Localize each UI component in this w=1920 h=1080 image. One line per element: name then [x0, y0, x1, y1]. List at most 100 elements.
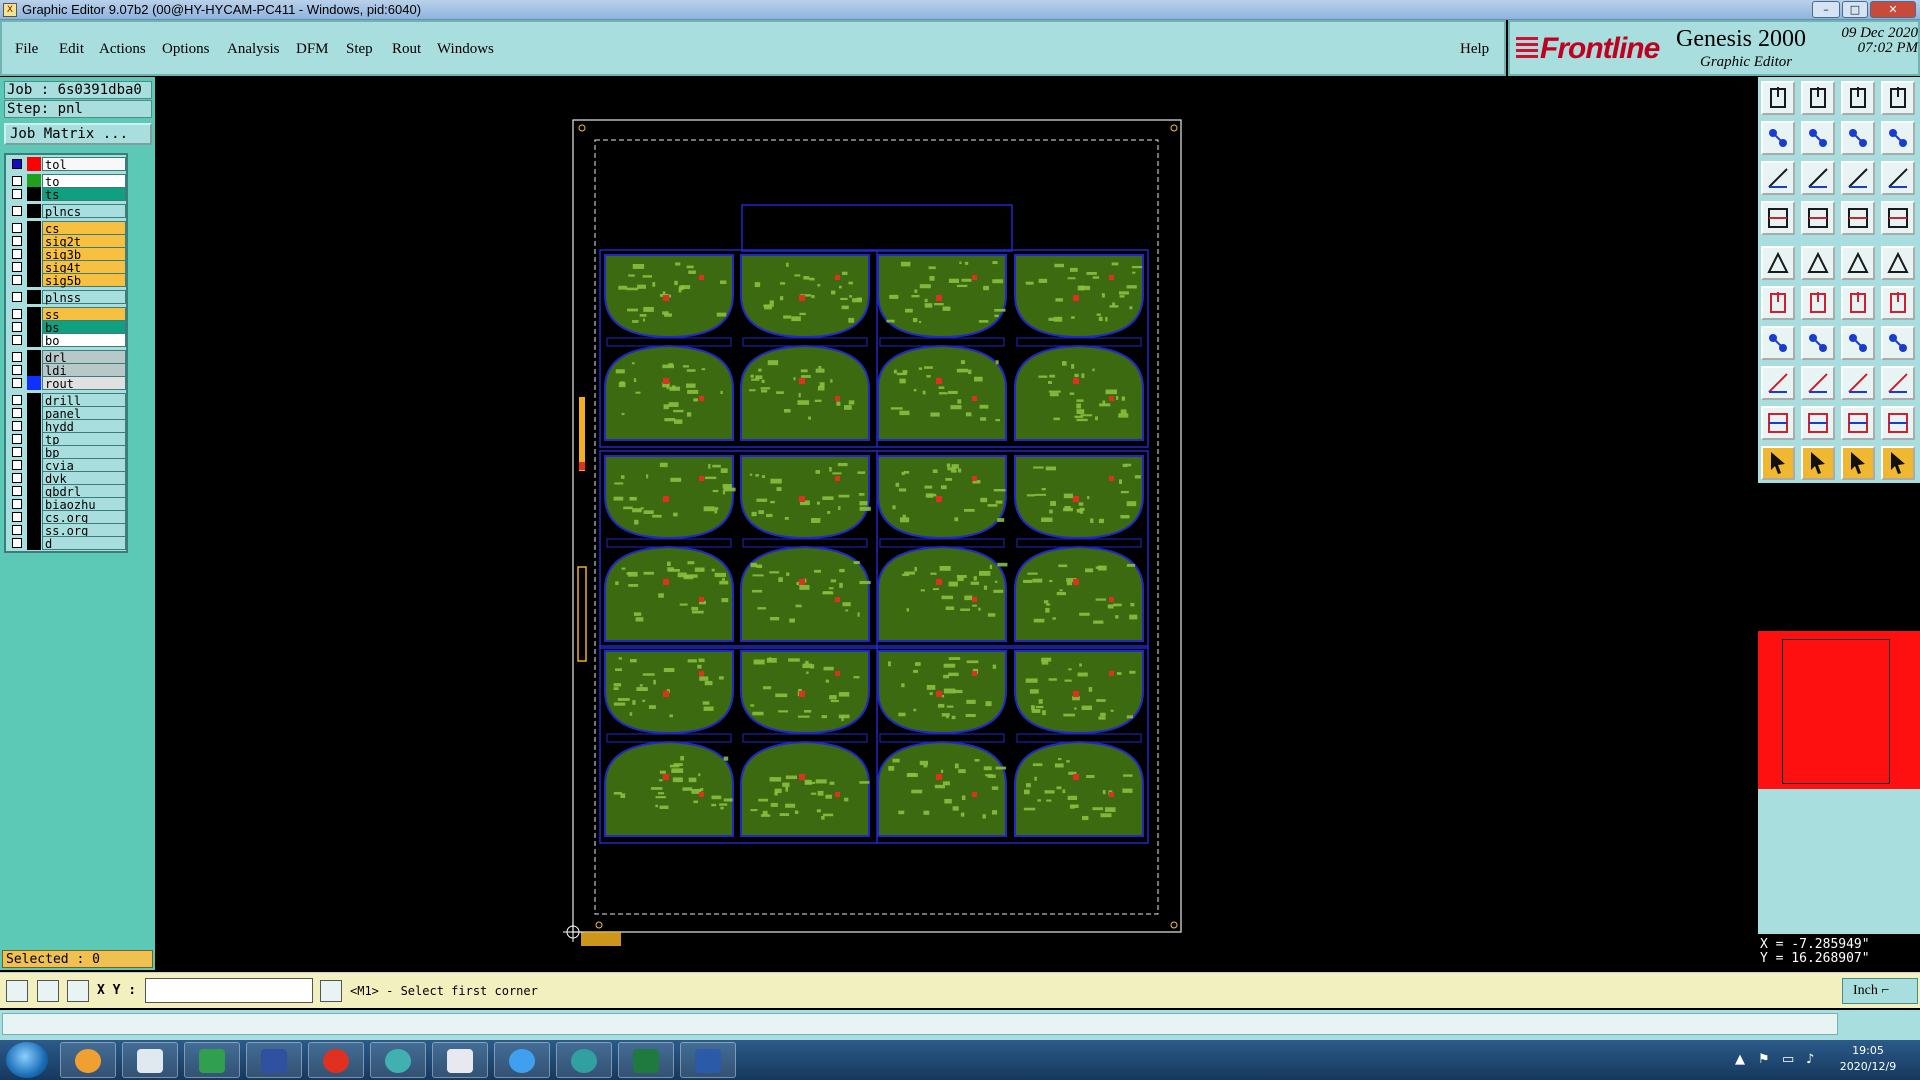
pointer-circle-icon[interactable]	[1841, 446, 1875, 480]
layer-checkbox[interactable]	[12, 378, 22, 388]
grid-icon[interactable]	[67, 980, 89, 1002]
layer-row-d[interactable]: d	[8, 536, 126, 551]
text-icon[interactable]	[1841, 246, 1875, 280]
taskbar-app-shell-icon[interactable]	[60, 1042, 116, 1078]
layer-name[interactable]: biaozhu	[42, 497, 126, 512]
measure-icon[interactable]	[1761, 366, 1795, 400]
layer-color-swatch[interactable]	[27, 510, 41, 524]
resize-icon[interactable]	[1881, 286, 1915, 320]
step-out-icon[interactable]	[1801, 81, 1835, 115]
layer-name[interactable]: rout	[42, 376, 126, 391]
clip-icon[interactable]	[1881, 366, 1915, 400]
center-icon[interactable]	[1801, 161, 1835, 195]
menu-dfm[interactable]: DFM	[296, 41, 329, 58]
layer-row-drill[interactable]: drill	[8, 393, 126, 408]
layer-row-ts[interactable]: ts	[8, 187, 126, 202]
tray-network-icon[interactable]: ▭	[1782, 1052, 1794, 1067]
taskbar-app-word-icon[interactable]	[680, 1042, 736, 1078]
layer-checkbox[interactable]	[12, 499, 22, 509]
layer-color-swatch[interactable]	[27, 363, 41, 377]
layer-name[interactable]: to	[42, 174, 126, 189]
command-line[interactable]	[2, 1013, 1838, 1035]
close-button[interactable]: ✕	[1870, 1, 1916, 18]
layer-checkbox[interactable]	[12, 262, 22, 272]
layer-checkbox[interactable]	[12, 206, 22, 216]
layer-color-swatch[interactable]	[27, 273, 41, 287]
layer-name[interactable]: cvia	[42, 458, 126, 473]
panel-overview[interactable]	[1758, 483, 1920, 789]
layer-checkbox[interactable]	[12, 275, 22, 285]
pan-left-icon[interactable]	[1761, 121, 1795, 155]
text-cursor-icon[interactable]	[320, 980, 342, 1002]
layer-name[interactable]: ss.org	[42, 523, 126, 538]
layer-color-swatch[interactable]	[27, 406, 41, 420]
snap-icon[interactable]	[1881, 201, 1915, 235]
layer-color-swatch[interactable]	[27, 497, 41, 511]
layer-name[interactable]: bs	[42, 320, 126, 335]
scale-1-2-icon[interactable]	[1841, 161, 1875, 195]
layer-checkbox[interactable]	[12, 538, 22, 548]
layer-name[interactable]: panel	[42, 406, 126, 421]
menu-options[interactable]: Options	[162, 41, 210, 58]
xy-input[interactable]	[145, 978, 313, 1003]
layer-row-sig3b[interactable]: sig3b	[8, 247, 126, 262]
layer-color-swatch[interactable]	[27, 471, 41, 485]
layer-row-panel[interactable]: panel	[8, 406, 126, 421]
maximize-button[interactable]: □	[1842, 1, 1868, 18]
dimension-icon[interactable]	[1841, 366, 1875, 400]
layer-checkbox[interactable]	[12, 309, 22, 319]
layer-checkbox[interactable]	[12, 236, 22, 246]
layer-row-plnss[interactable]: plnss	[8, 290, 126, 305]
circle-icon[interactable]	[1881, 246, 1915, 280]
angle-icon[interactable]	[1761, 326, 1795, 360]
layer-row-bo[interactable]: bo	[8, 333, 126, 348]
layer-checkbox[interactable]	[12, 189, 22, 199]
line-shape-icon[interactable]	[1801, 246, 1835, 280]
layer-name[interactable]: sig5b	[42, 273, 126, 288]
layer-name[interactable]: drl	[42, 350, 126, 365]
redraw-icon[interactable]	[1881, 121, 1915, 155]
layer-name[interactable]: bp	[42, 445, 126, 460]
fit-screen-icon[interactable]	[1761, 161, 1795, 195]
layer-checkbox[interactable]	[12, 176, 22, 186]
move-icon[interactable]	[1761, 286, 1795, 320]
layer-name[interactable]: sig4t	[42, 260, 126, 275]
layer-color-swatch[interactable]	[27, 536, 41, 550]
parallel-icon[interactable]	[1881, 326, 1915, 360]
arc-icon[interactable]	[1841, 326, 1875, 360]
layer-name[interactable]: ldi	[42, 363, 126, 378]
minimize-button[interactable]: –	[1812, 1, 1840, 18]
layer-row-gbdrl[interactable]: gbdrl	[8, 484, 126, 499]
layer-row-cvia[interactable]: cvia	[8, 458, 126, 473]
layer-name[interactable]: tp	[42, 432, 126, 447]
layer-row-bp[interactable]: bp	[8, 445, 126, 460]
layer-color-swatch[interactable]	[27, 247, 41, 261]
layer-checkbox[interactable]	[12, 421, 22, 431]
layer-checkbox[interactable]	[12, 512, 22, 522]
taskbar-app-eye2-icon[interactable]	[556, 1042, 612, 1078]
layer-checkbox[interactable]	[12, 395, 22, 405]
line-icon[interactable]	[1801, 366, 1835, 400]
layer-row-ldi[interactable]: ldi	[8, 363, 126, 378]
layer-row-sig4t[interactable]: sig4t	[8, 260, 126, 275]
layer-color-swatch[interactable]	[27, 419, 41, 433]
layer-color-swatch[interactable]	[27, 320, 41, 334]
taskbar-app-x-icon[interactable]	[432, 1042, 488, 1078]
edge-icon[interactable]	[1801, 326, 1835, 360]
layer-name[interactable]: ts	[42, 187, 126, 202]
layer-checkbox[interactable]	[12, 249, 22, 259]
menu-file[interactable]: File	[15, 41, 38, 58]
tray-flag-icon[interactable]: ⚑	[1758, 1052, 1770, 1067]
layer-checkbox[interactable]	[12, 365, 22, 375]
menu-rout[interactable]: Rout	[392, 41, 421, 58]
menu-windows[interactable]: Windows	[437, 41, 494, 58]
layer-color-swatch[interactable]	[27, 432, 41, 446]
layer-row-rout[interactable]: rout	[8, 376, 126, 391]
taskbar-clock[interactable]: 19:05 2020/12/9	[1820, 1043, 1916, 1075]
pointer-box-icon[interactable]	[1801, 446, 1835, 480]
layer-name[interactable]: dvk	[42, 471, 126, 486]
layer-color-swatch[interactable]	[27, 260, 41, 274]
layer-checkbox[interactable]	[12, 460, 22, 470]
zoom-step-icon[interactable]	[1841, 121, 1875, 155]
layer-row-sig5b[interactable]: sig5b	[8, 273, 126, 288]
